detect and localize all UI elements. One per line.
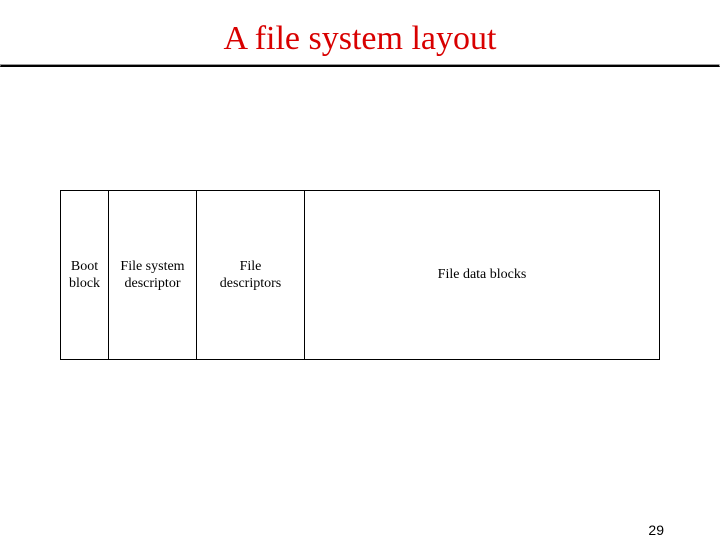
cell-boot-block-label: Bootblock xyxy=(69,258,100,293)
filesystem-layout-diagram: Bootblock File systemdescriptor Filedesc… xyxy=(60,190,660,360)
page-number: 29 xyxy=(648,522,664,538)
slide-title: A file system layout xyxy=(0,20,720,58)
cell-fs-descriptor: File systemdescriptor xyxy=(109,191,197,359)
cell-boot-block: Bootblock xyxy=(61,191,109,359)
layout-row: Bootblock File systemdescriptor Filedesc… xyxy=(60,190,660,360)
cell-file-descriptors-label: Filedescriptors xyxy=(220,258,281,293)
cell-file-descriptors: Filedescriptors xyxy=(197,191,305,359)
cell-fs-descriptor-label: File systemdescriptor xyxy=(120,258,184,293)
cell-file-data-blocks-label: File data blocks xyxy=(438,266,527,284)
cell-file-data-blocks: File data blocks xyxy=(305,191,659,359)
title-underline xyxy=(0,64,720,67)
